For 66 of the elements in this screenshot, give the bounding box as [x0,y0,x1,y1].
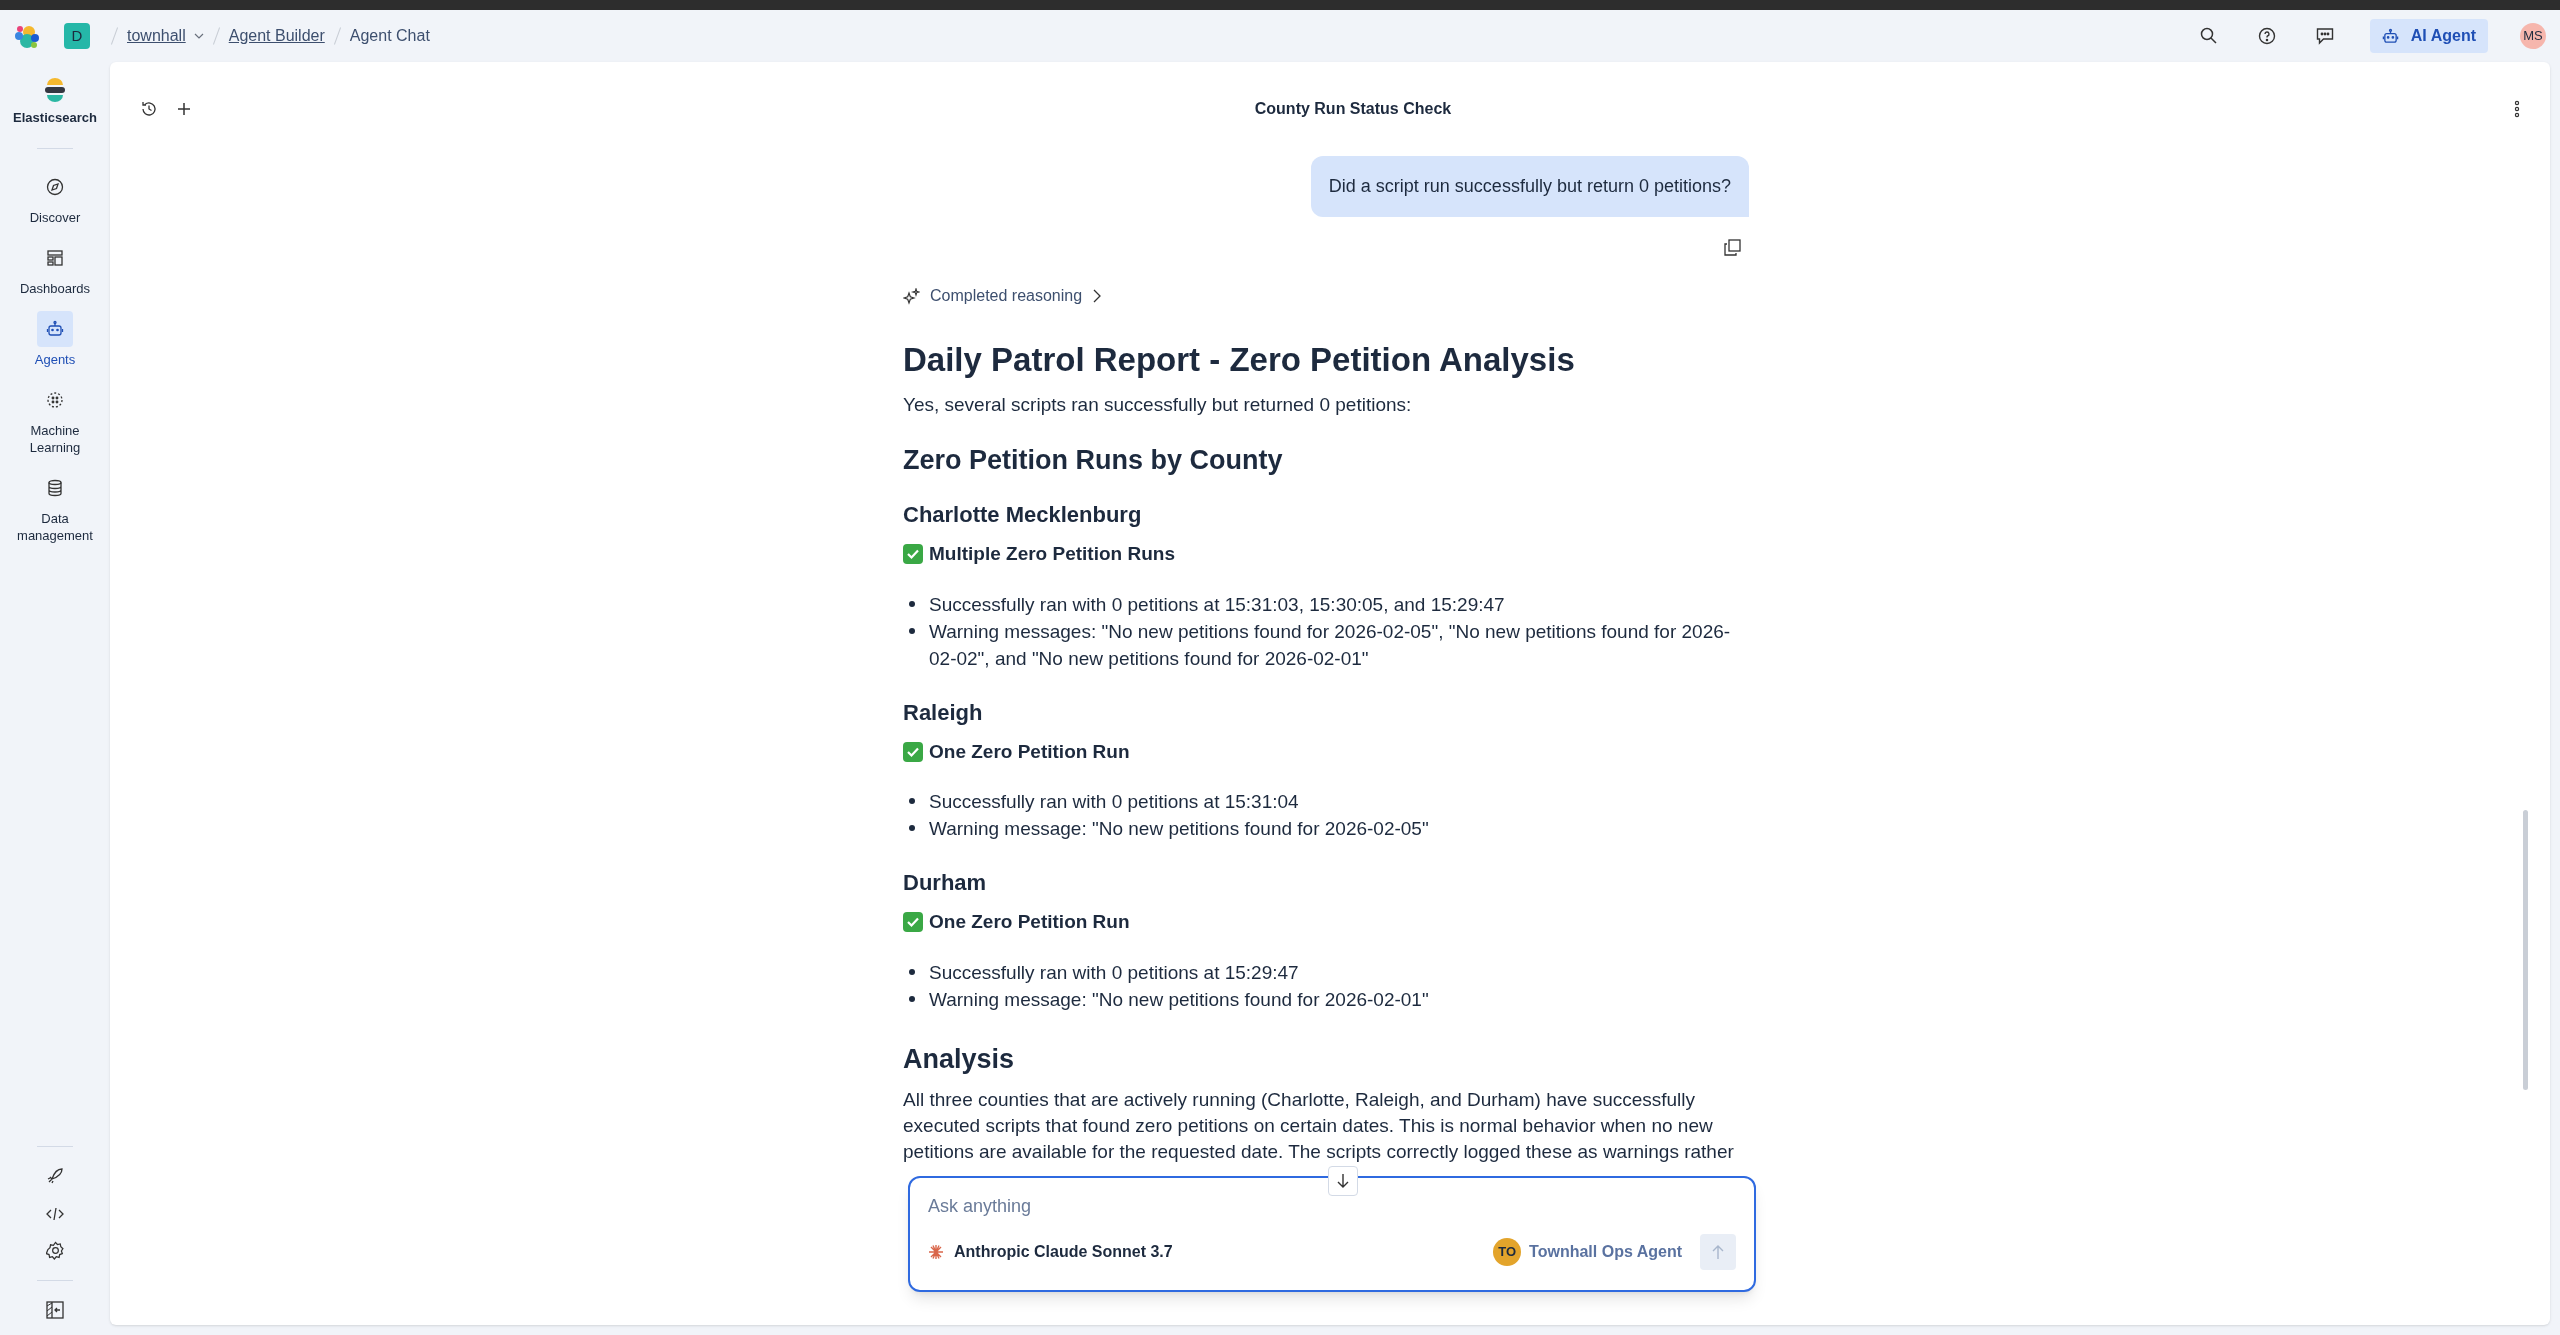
checkmark-icon [903,741,923,762]
agent-selector[interactable]: Townhall Ops Agent [1529,1240,1682,1264]
section-heading: Zero Petition Runs by County [903,444,1284,477]
nav-item[interactable]: Data management [5,469,105,544]
plus-icon[interactable] [176,101,192,117]
settings-icon[interactable] [45,1241,65,1260]
user-avatar[interactable]: MS [2520,23,2546,49]
status-label: One Zero Petition Run [929,910,1130,934]
rocket-icon[interactable] [46,1167,64,1185]
bullet-item: Warning message: "No new petitions found for 2026-02-05" [929,817,1429,841]
dotted-circle-icon [46,390,64,409]
logo-icon[interactable] [14,23,40,49]
help-icon[interactable] [2257,27,2276,45]
starburst-icon [928,1244,944,1260]
nav-item[interactable]: Agents [5,310,105,368]
bullet-item: Successfully ran with 0 petitions at 15:31:03, 15:30:05, and 15:29:47 [929,592,1505,617]
code-icon[interactable] [46,1207,64,1221]
dashboard-icon [46,248,64,267]
chat-icon[interactable] [2315,27,2334,45]
nav-item[interactable]: Machine Learning [5,381,105,456]
nav-item[interactable]: Discover [5,168,105,226]
breadcrumb-link[interactable]: Agent Builder [228,24,325,48]
model-selector[interactable]: Anthropic Claude Sonnet 3.7 [954,1240,1173,1264]
user-message: Did a script run successfully but return 0 petitions? [1310,156,1749,217]
chevron-down-icon [193,33,204,39]
checkmark-icon [903,912,923,933]
robot-icon [46,319,64,338]
nav-item[interactable]: Dashboards [5,239,105,297]
chevron-right-icon [1092,289,1102,303]
bullet-item: Warning message: "No new petitions found for 2026-02-01" [929,987,1429,1012]
reasoning-toggle[interactable]: Completed reasoning [903,284,1102,308]
database-icon [46,478,64,497]
section-heading: Analysis [903,1042,1016,1076]
brand-icon[interactable] [44,78,66,102]
history-icon[interactable] [140,100,158,118]
bullet-item: Warning messages: "No new petitions found for 2026-02-05", "No new petitions found for 2026-02-02", and "No new petitions found for 2026-02-01" [929,619,1732,671]
status-label: Multiple Zero Petition Runs [929,542,1175,566]
robot-icon [2381,27,2399,45]
space-badge[interactable]: D [64,23,90,49]
search-icon[interactable] [2199,27,2218,45]
report-heading: Daily Patrol Report - Zero Petition Analysis [903,340,1576,380]
more-options-icon[interactable] [2514,100,2520,118]
county-heading: Raleigh [903,698,984,727]
message-input[interactable]: Ask anything [928,1192,1736,1220]
paragraph: Yes, several scripts ran successfully but returned 0 petitions: [903,393,1413,417]
breadcrumb-current: Agent Chat [349,26,430,46]
county-heading: Durham [903,869,988,897]
scrollbar[interactable] [2523,810,2528,1090]
agent-avatar: TO [1493,1238,1522,1266]
county-heading: Charlotte Mecklenburg [903,501,1143,529]
checkmark-icon [903,544,923,565]
collapse-sidebar-icon[interactable] [46,1301,64,1319]
status-label: One Zero Petition Run [929,739,1130,764]
space-selector[interactable]: townhall [127,24,204,48]
sparkles-icon [903,287,920,305]
paragraph: All three counties that are actively running (Charlotte, Raleigh, and Durham) have successfully executed scripts that found zero petitions on certain dates. This is normal behavior when no new petitions are available for the requested date. The scripts correctly logged these as warnings rather [903,1087,1735,1164]
arrow-up-icon [1712,1244,1724,1260]
copy-icon[interactable] [1724,239,1741,256]
scroll-down-button[interactable] [1328,1166,1358,1196]
compass-icon [46,177,64,196]
bullet-item: Successfully ran with 0 petitions at 15:29:47 [929,960,1299,985]
conversation-title: County Run Status Check [1254,99,1452,119]
arrow-down-icon [1337,1173,1349,1189]
bullet-item: Successfully ran with 0 petitions at 15:31:04 [929,790,1299,814]
brand-label: Elasticsearch [13,109,97,127]
ai-agent-button[interactable]: AI Agent [2369,19,2488,53]
